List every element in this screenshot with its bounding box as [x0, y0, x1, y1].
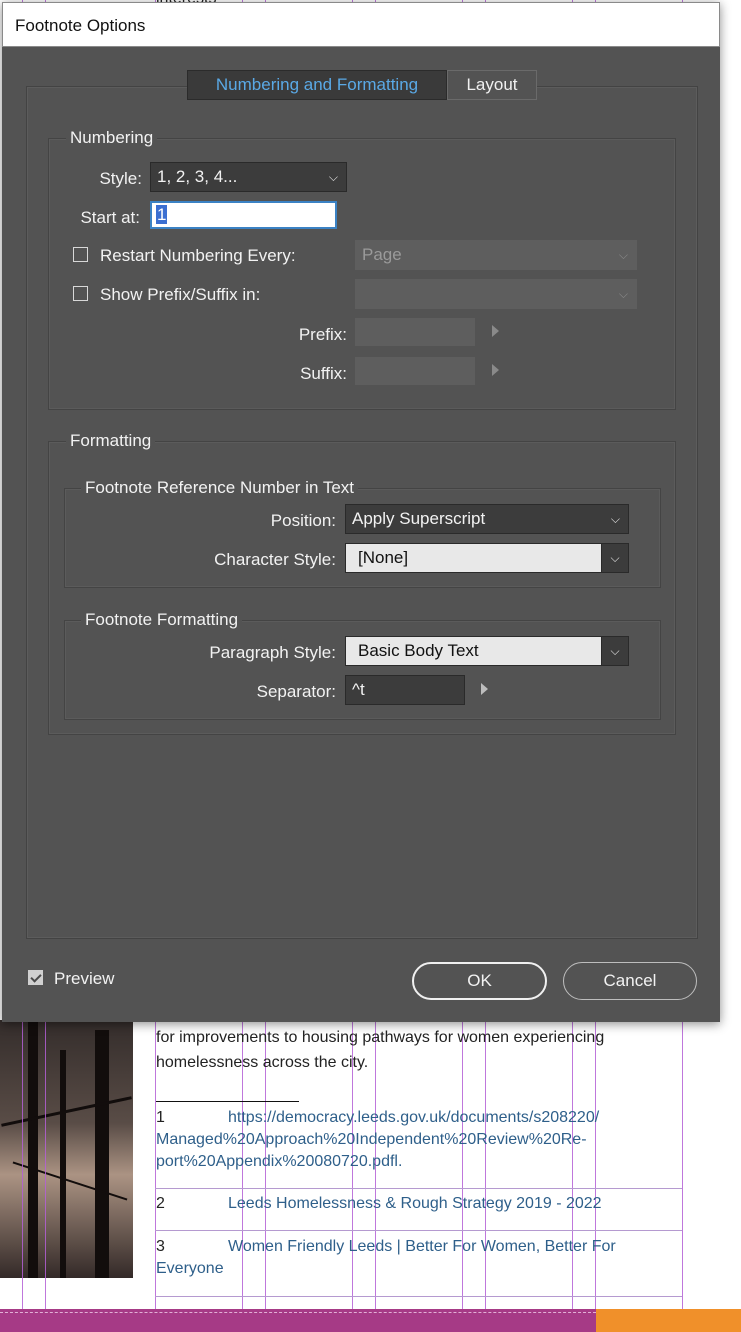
play-arrow-icon[interactable] [492, 325, 499, 337]
ok-button[interactable]: OK [412, 962, 547, 1000]
position-value: Apply Superscript [352, 509, 486, 528]
prefix-label: Prefix: [298, 325, 347, 344]
character-style-value: [None] [358, 548, 409, 567]
body-line: homelessness across the city. [156, 1054, 369, 1071]
body-text: for improvements to housing pathways for… [156, 1025, 676, 1075]
restart-numbering-value: Page [362, 245, 402, 264]
footnote-link[interactable]: Leeds Homelessness & Rough Strategy 2019… [228, 1195, 602, 1212]
character-style-combo[interactable]: [None] ⌵ [345, 543, 629, 573]
reference-number-subgroup [64, 488, 661, 588]
restart-numbering-checkbox[interactable] [73, 247, 88, 262]
preview-label[interactable]: Preview [54, 969, 114, 989]
page-bottom-bar [0, 1309, 741, 1332]
footnote-item: 2 Leeds Homelessness & Rough Strategy 201… [156, 1193, 666, 1215]
show-prefix-suffix-label[interactable]: Show Prefix/Suffix in: [100, 285, 260, 305]
play-arrow-icon[interactable] [481, 683, 488, 695]
footnote-formatting-subgroup [64, 620, 661, 720]
tab-layout[interactable]: Layout [447, 70, 537, 100]
baseline-guide [155, 1188, 682, 1189]
style-value: 1, 2, 3, 4... [157, 167, 238, 186]
style-label: Style: [99, 169, 142, 188]
footnote-link[interactable]: Managed%20Approach%20Independent%20Revie… [156, 1131, 587, 1148]
baseline-guide [155, 1230, 682, 1231]
separator-value: ^t [352, 680, 365, 699]
tree-photo [0, 1020, 133, 1278]
footnote-formatting-subgroup-title: Footnote Formatting [81, 610, 243, 630]
footnote-number: 1 [156, 1109, 165, 1126]
footnote-item: 3 Women Friendly Leeds | Better For Women… [156, 1236, 666, 1280]
separator-label: Separator: [256, 682, 336, 701]
page-bottom-accent [596, 1309, 741, 1332]
start-at-label: Start at: [80, 208, 140, 227]
chevron-down-icon[interactable]: ⌵ [601, 544, 628, 572]
play-arrow-icon[interactable] [492, 364, 499, 376]
tab-numbering-and-formatting[interactable]: Numbering and Formatting [187, 70, 447, 100]
position-label: Position: [270, 511, 336, 530]
footnote-options-dialog: Footnote Options Numbering and Formattin… [2, 2, 720, 1022]
restart-numbering-dropdown[interactable]: Page ⌵ [355, 240, 637, 270]
chevron-down-icon[interactable]: ⌵ [601, 637, 628, 665]
footnote-item: 1 https://democracy.leeds.gov.uk/document… [156, 1107, 666, 1173]
footnote-link[interactable]: https://democracy.leeds.gov.uk/documents… [228, 1109, 599, 1126]
chevron-down-icon: ⌵ [618, 287, 628, 301]
baseline-guide [155, 1296, 682, 1297]
show-prefix-suffix-dropdown[interactable]: ⌵ [355, 279, 637, 309]
dialog-titlebar[interactable]: Footnote Options [2, 2, 720, 47]
footnote-separator-rule [156, 1101, 299, 1102]
chevron-down-icon: ⌵ [610, 512, 620, 526]
restart-numbering-label[interactable]: Restart Numbering Every: [100, 246, 296, 266]
prefix-input[interactable] [355, 318, 475, 346]
cancel-button[interactable]: Cancel [563, 962, 697, 1000]
reference-number-subgroup-title: Footnote Reference Number in Text [81, 478, 358, 498]
separator-input[interactable]: ^t [345, 675, 465, 705]
paragraph-style-label: Paragraph Style: [209, 643, 336, 662]
bleed-line [0, 1312, 596, 1314]
show-prefix-suffix-checkbox[interactable] [73, 286, 88, 301]
start-at-value: 1 [156, 205, 168, 224]
style-dropdown[interactable]: 1, 2, 3, 4... ⌵ [150, 162, 347, 192]
footnote-number: 3 [156, 1238, 165, 1255]
character-style-label: Character Style: [214, 550, 336, 569]
tab-bar: Numbering and Formatting Layout [187, 70, 537, 100]
suffix-input[interactable] [355, 357, 475, 385]
footnote-number: 2 [156, 1195, 165, 1212]
body-line: for improvements to housing pathways for… [156, 1029, 605, 1046]
footnote-link[interactable]: Everyone [156, 1260, 224, 1277]
numbering-group-title: Numbering [66, 128, 158, 148]
suffix-label: Suffix: [300, 364, 347, 383]
chevron-down-icon: ⌵ [618, 248, 628, 262]
chevron-down-icon: ⌵ [328, 170, 338, 184]
formatting-group-title: Formatting [66, 431, 156, 451]
start-at-input[interactable]: 1 [150, 201, 337, 229]
footnote-link[interactable]: Women Friendly Leeds | Better For Women,… [228, 1238, 616, 1255]
dialog-title: Footnote Options [15, 16, 146, 35]
position-dropdown[interactable]: Apply Superscript ⌵ [345, 504, 629, 534]
preview-checkbox[interactable] [28, 970, 43, 985]
footnote-link[interactable]: port%20Appendix%20080720.pdfl. [156, 1153, 402, 1170]
paragraph-style-combo[interactable]: Basic Body Text ⌵ [345, 636, 629, 666]
paragraph-style-value: Basic Body Text [358, 641, 479, 660]
